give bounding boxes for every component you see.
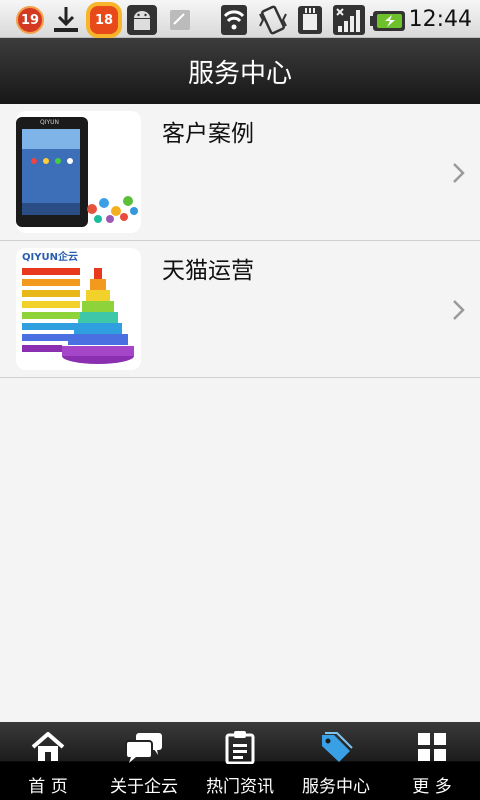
- page-title: 服务中心: [187, 58, 292, 89]
- list-item-tmall-operation[interactable]: QIYUN企云 天猫运营: [0, 241, 480, 378]
- clock: 12:44: [408, 7, 472, 32]
- title-bar: 服务中心: [0, 38, 480, 104]
- sim-card-icon: [170, 10, 190, 30]
- status-bar: 19 18 12:44: [0, 0, 480, 38]
- vibrate-icon: [259, 5, 287, 35]
- bottom-tab-bar: 首 页 关于企云 热门资讯 服务中心 更 多: [0, 722, 480, 800]
- clipboard-icon: [225, 731, 255, 764]
- wifi-icon: [221, 5, 247, 35]
- svg-text:QIYUN: QIYUN: [40, 119, 59, 126]
- tab-service-center[interactable]: 服务中心: [288, 722, 384, 800]
- notification-badge-18: 18: [90, 6, 118, 34]
- home-icon: [31, 732, 65, 761]
- tab-news[interactable]: 热门资讯: [192, 722, 288, 800]
- tab-label: 热门资讯: [206, 777, 274, 797]
- list-item-customer-cases[interactable]: QIYUN 客户案例: [0, 104, 480, 241]
- download-icon: [54, 7, 78, 32]
- service-list: QIYUN 客户案例 QIYUN企云 天猫运营: [0, 104, 480, 378]
- tab-home[interactable]: 首 页: [0, 722, 96, 800]
- thumb-brand: QIYUN企云: [22, 250, 78, 263]
- battery-icon: [370, 11, 405, 31]
- signal-icon: [333, 5, 365, 35]
- tab-about[interactable]: 关于企云: [96, 722, 192, 800]
- sd-card-icon: [298, 6, 322, 34]
- tab-label: 关于企云: [110, 777, 178, 797]
- tab-label: 更 多: [412, 777, 452, 797]
- list-item-title: 客户案例: [162, 121, 254, 147]
- tablet-thumbnail: QIYUN: [16, 111, 141, 233]
- tag-icon: [322, 732, 353, 762]
- list-item-title: 天猫运营: [162, 258, 254, 284]
- tab-more[interactable]: 更 多: [384, 722, 480, 800]
- notification-badge-19: 19: [16, 6, 44, 34]
- chevron-right-icon: [453, 163, 465, 183]
- grid-icon: [418, 733, 446, 761]
- android-icon: [127, 5, 157, 35]
- tab-label: 服务中心: [302, 777, 370, 797]
- tab-label: 首 页: [28, 777, 68, 797]
- pyramid-thumbnail: QIYUN企云: [16, 248, 141, 370]
- chat-bubbles-icon: [125, 733, 162, 763]
- chevron-right-icon: [453, 300, 465, 320]
